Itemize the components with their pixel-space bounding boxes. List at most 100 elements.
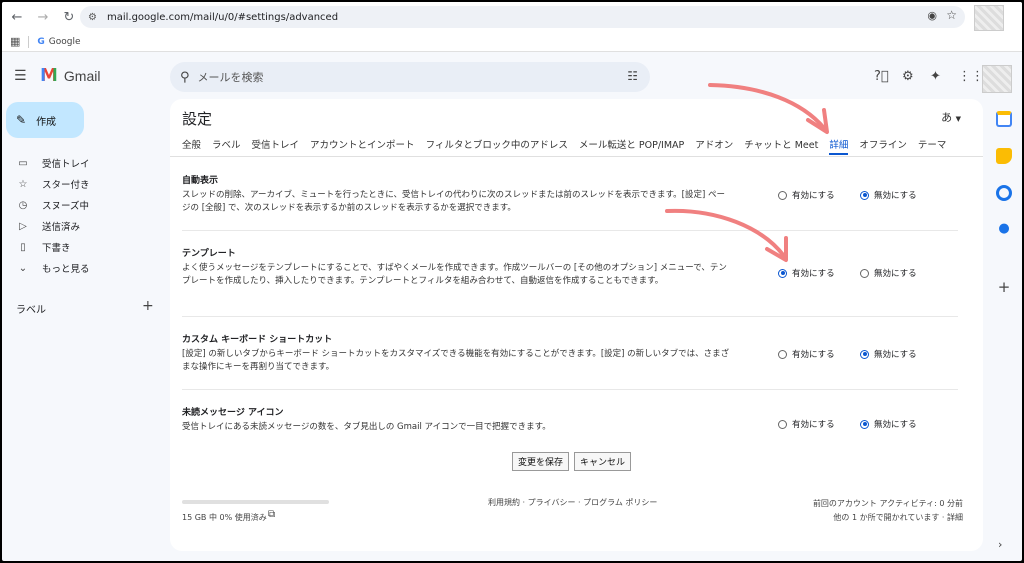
radio-enable[interactable] bbox=[778, 419, 787, 429]
browser-profile-avatar[interactable] bbox=[974, 5, 1004, 31]
sidebar-item[interactable]: ▭ 受信トレイ bbox=[2, 153, 162, 173]
radio-disable[interactable] bbox=[860, 190, 869, 200]
help-icon[interactable]: ?⃝ bbox=[874, 69, 889, 84]
contacts-icon[interactable]: ● bbox=[996, 221, 1012, 237]
storage-text: 15 GB 中 0% 使用済み bbox=[182, 513, 267, 522]
disable-option[interactable]: 無効にする bbox=[860, 189, 942, 201]
sidebar-item-label: 送信済み bbox=[42, 222, 81, 233]
settings-tab[interactable]: ラベル bbox=[212, 137, 241, 155]
bookmarks-bar: ▦ G Google bbox=[2, 32, 1022, 52]
compose-button[interactable]: ✎ 作成 bbox=[6, 102, 84, 138]
enable-option[interactable]: 有効にする bbox=[778, 348, 860, 360]
gear-icon[interactable]: ⚙ bbox=[902, 69, 914, 84]
bookmark-star-icon[interactable]: ☆ bbox=[946, 8, 957, 22]
radio-disable[interactable] bbox=[860, 419, 869, 429]
avatar[interactable] bbox=[982, 65, 1012, 93]
setting-description: [設定] の新しいタブからキーボード ショートカットをカスタマイズできる機能を有… bbox=[182, 349, 730, 372]
enable-option[interactable]: 有効にする bbox=[778, 189, 860, 201]
gemini-sparkle-icon[interactable]: ✦ bbox=[930, 69, 941, 84]
apps-icon[interactable]: ⋮⋮ bbox=[958, 69, 984, 84]
inbox-icon: ▭ bbox=[18, 157, 28, 169]
get-addons-icon[interactable]: + bbox=[996, 279, 1012, 295]
enable-option[interactable]: 有効にする bbox=[778, 267, 860, 279]
disable-option[interactable]: 無効にする bbox=[860, 267, 942, 279]
tasks-icon[interactable] bbox=[996, 185, 1012, 201]
cancel-button[interactable]: キャンセル bbox=[574, 452, 632, 471]
site-info-icon[interactable]: ⚙ bbox=[88, 12, 97, 23]
settings-tab[interactable]: メール転送と POP/IMAP bbox=[579, 137, 684, 155]
setting-row: 未読メッセージ アイコン 受信トレイにある未読メッセージの数を、タブ見出しの Gm… bbox=[182, 405, 958, 434]
settings-tab[interactable]: アカウントとインポート bbox=[310, 137, 415, 155]
setting-description: 受信トレイにある未読メッセージの数を、タブ見出しの Gmail アイコンで一目で… bbox=[182, 422, 551, 432]
radio-enable[interactable] bbox=[778, 190, 787, 200]
settings-tabs: 全般 ラベル 受信トレイ アカウントとインポート フィルタとブロック中のアドレス メール転… bbox=[182, 137, 957, 155]
disable-label: 無効にする bbox=[874, 191, 917, 201]
google-bookmark[interactable]: G Google bbox=[37, 37, 80, 47]
forward-icon[interactable]: → bbox=[32, 6, 54, 28]
chevron-down-icon: ⌄ bbox=[18, 262, 28, 274]
open-external-icon[interactable]: ⧉ bbox=[268, 509, 275, 520]
setting-title: 自動表示 bbox=[182, 176, 219, 186]
gmail-header: ☰ M Gmail ⚲ ☷ ?⃝ ⚙ ✦ ⋮⋮ bbox=[2, 52, 1022, 98]
input-tools-label: あ bbox=[941, 111, 953, 124]
browser-toolbar: ← → ↻ ⚙ mail.google.com/mail/u/0/#settin… bbox=[2, 2, 1022, 32]
setting-options: 有効にする 無効にする bbox=[778, 267, 942, 279]
search-box: ⚲ ☷ bbox=[170, 62, 650, 92]
activity-line1: 前回のアカウント アクティビティ: 0 分前 bbox=[812, 499, 963, 508]
setting-row: 自動表示スレッドの削除、アーカイブ、ミュートを行ったときに、受信トレイの代わりに… bbox=[182, 173, 958, 215]
setting-description: スレッドの削除、アーカイブ、ミュートを行ったときに、受信トレイの代わりに次のスレ… bbox=[182, 190, 725, 213]
calendar-icon[interactable] bbox=[996, 111, 1012, 127]
disable-label: 無効にする bbox=[874, 269, 917, 279]
bookmark-divider bbox=[28, 35, 30, 48]
footer-links[interactable]: 利用規約 · プライバシー · プログラム ポリシー bbox=[488, 497, 657, 508]
search-options-icon[interactable]: ☷ bbox=[627, 69, 638, 83]
back-icon[interactable]: ← bbox=[6, 6, 28, 28]
apps-grid-icon[interactable]: ▦ bbox=[10, 35, 20, 48]
settings-panel: 設定 あ ▼ 全般 ラベル 受信トレイ アカウントとインポート フィルタとブロック中のア… bbox=[170, 99, 983, 551]
disable-option[interactable]: 無効にする bbox=[860, 418, 942, 430]
sidebar-item-label: スヌーズ中 bbox=[42, 201, 90, 212]
sidebar-item-label: 受信トレイ bbox=[42, 159, 90, 170]
gmail-logo[interactable]: M Gmail bbox=[40, 65, 100, 86]
disable-label: 無効にする bbox=[874, 350, 917, 360]
compose-label: 作成 bbox=[36, 116, 57, 128]
add-label-icon[interactable]: + bbox=[142, 298, 154, 314]
sidebar-item[interactable]: ▷ 送信済み bbox=[2, 216, 162, 236]
sidebar-item-label: 下書き bbox=[42, 243, 71, 254]
settings-tab[interactable]: テーマ bbox=[918, 137, 947, 155]
chevron-right-icon[interactable]: › bbox=[998, 538, 1002, 551]
input-tools-button[interactable]: あ ▼ bbox=[941, 109, 961, 125]
settings-tab[interactable]: 受信トレイ bbox=[252, 137, 300, 155]
activity-line2[interactable]: 他の 1 か所で開かれています · 詳細 bbox=[813, 511, 963, 525]
radio-disable[interactable] bbox=[860, 268, 869, 278]
browser-window: ← → ↻ ⚙ mail.google.com/mail/u/0/#settin… bbox=[2, 2, 1022, 561]
eye-icon[interactable]: ◉ bbox=[927, 9, 937, 22]
sidebar-item[interactable]: ▯ 下書き bbox=[2, 237, 162, 257]
disable-option[interactable]: 無効にする bbox=[860, 348, 942, 360]
google-bookmark-label: Google bbox=[48, 36, 81, 47]
search-icon[interactable]: ⚲ bbox=[180, 70, 190, 85]
menu-icon[interactable]: ☰ bbox=[14, 68, 27, 84]
sidebar-item-label: スター付き bbox=[42, 180, 90, 191]
url-text: mail.google.com/mail/u/0/#settings/advan… bbox=[106, 11, 339, 23]
address-bar[interactable]: ⚙ mail.google.com/mail/u/0/#settings/adv… bbox=[80, 6, 965, 28]
sidebar-item[interactable]: ⌄ もっと見る bbox=[2, 258, 162, 278]
account-activity: 前回のアカウント アクティビティ: 0 分前 他の 1 か所で開かれています ·… bbox=[813, 497, 963, 525]
enable-label: 有効にする bbox=[792, 350, 835, 360]
settings-tab[interactable]: アドオン bbox=[695, 137, 733, 155]
search-input[interactable] bbox=[197, 70, 598, 84]
settings-tab[interactable]: チャットと Meet bbox=[744, 137, 818, 155]
enable-option[interactable]: 有効にする bbox=[778, 418, 860, 430]
save-button[interactable]: 変更を保存 bbox=[512, 452, 570, 471]
settings-tab[interactable]: オフライン bbox=[859, 137, 907, 155]
sidebar-item[interactable]: ☆ スター付き bbox=[2, 174, 162, 194]
settings-tab[interactable]: フィルタとブロック中のアドレス bbox=[426, 137, 568, 155]
settings-tab[interactable]: 全般 bbox=[182, 137, 201, 155]
reload-icon[interactable]: ↻ bbox=[58, 6, 80, 28]
keep-icon[interactable] bbox=[996, 148, 1012, 164]
radio-enable[interactable] bbox=[778, 268, 787, 278]
radio-enable[interactable] bbox=[778, 349, 787, 359]
radio-disable[interactable] bbox=[860, 349, 869, 359]
settings-tab[interactable]: 詳細 bbox=[829, 137, 849, 155]
sidebar-item[interactable]: ◷ スヌーズ中 bbox=[2, 195, 162, 215]
